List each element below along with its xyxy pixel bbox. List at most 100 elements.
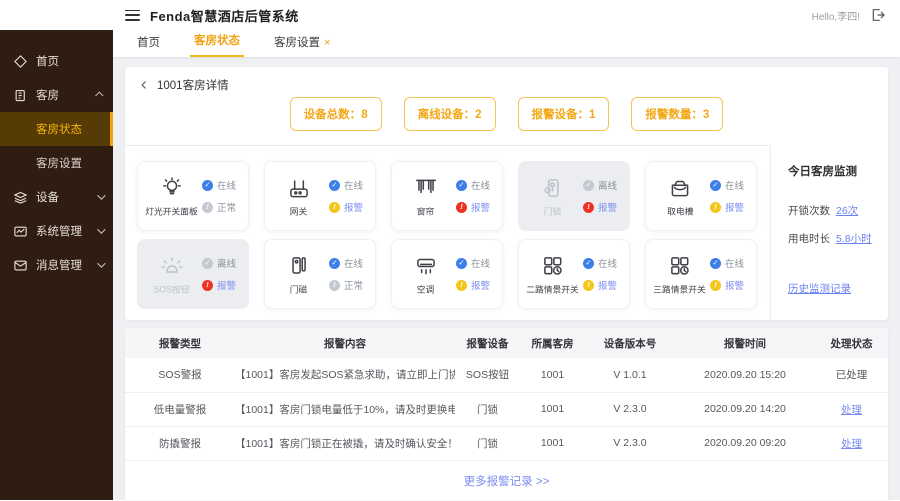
sidebar-item-system[interactable]: 系统管理: [0, 214, 113, 248]
table-row: SOS警报 【1001】客房发起SOS紧急求助，请立即上门协助！ SOS按钮 1…: [125, 358, 888, 392]
tab-room-settings[interactable]: 客房设置 ×: [270, 34, 334, 57]
alarm-room: 1001: [540, 403, 565, 415]
sidebar-item-label: 客房: [36, 90, 59, 102]
breadcrumb[interactable]: 1001客房详情: [139, 77, 229, 93]
system-icon: [13, 224, 28, 239]
table-footer: 更多报警记录 >>: [125, 461, 888, 501]
device-name: 二路情景开关: [526, 284, 580, 295]
online-check-icon: ✓: [583, 257, 594, 269]
col-time: 报警时间: [724, 337, 766, 350]
status-handled: 已处理: [835, 369, 868, 382]
sidebar: 首页 客房 客房状态 客房设置 设备 系统管理 消息管理: [0, 30, 113, 500]
device-card-ac[interactable]: 空调 ✓ 在线 ! 报警: [391, 239, 503, 309]
col-status: 处理状态: [830, 337, 873, 350]
ac-icon: [413, 253, 439, 279]
online-check-icon: ✓: [456, 257, 467, 269]
device-card-scene-switch-2[interactable]: 二路情景开关 ✓ 在线 ! 报警: [518, 239, 630, 309]
power-usage-link[interactable]: 5.8小时: [836, 233, 872, 245]
curtain-icon: [413, 175, 439, 201]
device-name: 门锁: [544, 206, 562, 217]
back-arrow-icon[interactable]: [139, 80, 149, 90]
handle-link[interactable]: 处理: [841, 404, 862, 416]
sidebar-item-messages[interactable]: 消息管理: [0, 248, 113, 282]
device-name: 灯光开关面板: [145, 206, 199, 217]
alarm-icon: !: [456, 201, 467, 213]
device-card-light-panel[interactable]: 灯光开关面板 ✓ 在线 ! 正常: [137, 161, 249, 231]
history-monitor-link[interactable]: 历史监测记录: [788, 281, 851, 296]
room-detail-card: 1001客房详情 设备总数：8 离线设备：2 报警设备：1 报警数量：3 灯光开…: [125, 67, 888, 320]
device-card-door-sensor[interactable]: 门磁 ✓ 在线 ! 正常: [264, 239, 376, 309]
sidebar-item-devices[interactable]: 设备: [0, 180, 113, 214]
alarm-type: 防撬警报: [159, 437, 201, 450]
warning-icon: !: [710, 201, 721, 213]
col-alarm-device: 报警设备: [466, 337, 509, 350]
alarm-type: 低电量警报: [153, 403, 207, 416]
alarm-type: SOS警报: [158, 369, 202, 382]
device-name: 取电槽: [666, 206, 694, 217]
sidebar-item-room-status[interactable]: 客房状态: [0, 112, 113, 146]
close-icon[interactable]: ×: [324, 37, 330, 49]
offline-icon: ✓: [202, 257, 213, 269]
warning-icon: !: [710, 279, 721, 291]
sidebar-item-label: 首页: [36, 56, 59, 68]
online-check-icon: ✓: [456, 179, 467, 191]
sidebar-item-label: 设备: [36, 192, 59, 204]
device-name: 三路情景开关: [653, 284, 707, 295]
unlock-count-link[interactable]: 26次: [836, 205, 858, 217]
sidebar-item-room-settings[interactable]: 客房设置: [0, 146, 113, 180]
device-card-power-slot[interactable]: 取电槽 ✓ 在线 ! 报警: [645, 161, 757, 231]
hamburger-icon[interactable]: [125, 9, 140, 21]
col-alarm-type: 报警类型: [159, 337, 201, 350]
alarm-room: 1001: [540, 368, 565, 381]
warning-icon: !: [329, 201, 340, 213]
online-check-icon: ✓: [710, 257, 721, 269]
alarm-device: 门锁: [477, 437, 498, 450]
chevron-down-icon: [97, 225, 106, 234]
stats-row: 设备总数：8 离线设备：2 报警设备：1 报警数量：3: [125, 97, 888, 131]
alarm-version: V 1.0.1: [613, 368, 647, 381]
more-alarms-link[interactable]: 更多报警记录 >>: [464, 473, 550, 489]
room-icon: [13, 88, 28, 103]
device-name: 门磁: [290, 284, 308, 295]
alarm-device: 门锁: [477, 403, 498, 416]
alarm-version: V 2.3.0: [613, 403, 647, 415]
sos-button-icon: [159, 253, 185, 279]
normal-icon: !: [202, 201, 213, 213]
app-title: Fenda智慧酒店后管系统: [150, 8, 299, 24]
sidebar-item-home[interactable]: 首页: [0, 44, 113, 78]
chevron-up-icon: [95, 91, 104, 100]
device-icon: [13, 190, 28, 205]
content: 1001客房详情 设备总数：8 离线设备：2 报警设备：1 报警数量：3 灯光开…: [113, 57, 900, 500]
online-check-icon: ✓: [710, 179, 721, 191]
home-icon: [13, 54, 28, 69]
table-row: 防撬警报 【1001】客房门锁正在被撬，请及时确认安全！ 门锁 1001 V 2…: [125, 426, 888, 460]
device-card-gateway[interactable]: 网关 ✓ 在线 ! 报警: [264, 161, 376, 231]
device-card-scene-switch-3[interactable]: 三路情景开关 ✓ 在线 ! 报警: [645, 239, 757, 309]
table-row: 低电量警报 【1001】客房门锁电量低于10%，请及时更换电池！ 门锁 1001…: [125, 392, 888, 426]
device-card-sos-button[interactable]: SOS按钮 ✓ 离线 ! 报警: [137, 239, 249, 309]
sidebar-item-label: 消息管理: [36, 260, 82, 272]
chevron-down-icon: [97, 191, 106, 200]
device-card-curtain[interactable]: 窗帘 ✓ 在线 ! 报警: [391, 161, 503, 231]
alarm-time: 2020.09.20 09:20: [704, 437, 786, 449]
stat-offline-devices: 离线设备：2: [403, 97, 496, 131]
power-slot-icon: [667, 175, 693, 201]
device-card-door-lock[interactable]: 门锁 ✓ 离线 ! 报警: [518, 161, 630, 231]
tab-bar: 首页 客房状态 客房设置 ×: [113, 30, 900, 57]
alarm-device: SOS按钮: [465, 369, 510, 382]
door-lock-icon: [540, 175, 566, 201]
device-name: 空调: [417, 284, 435, 295]
sidebar-item-label: 客房设置: [36, 158, 82, 170]
device-name: SOS按钮: [154, 284, 190, 295]
logout-icon[interactable]: [870, 7, 886, 23]
tab-room-status[interactable]: 客房状态: [190, 32, 244, 57]
handle-link[interactable]: 处理: [841, 438, 862, 450]
col-room: 所属客房: [531, 337, 574, 350]
tab-home[interactable]: 首页: [133, 34, 164, 57]
sidebar-item-rooms[interactable]: 客房: [0, 78, 113, 112]
gateway-icon: [286, 175, 312, 201]
warning-icon: !: [456, 279, 467, 291]
main-area: 首页 客房状态 客房设置 × 1001客房详情 设备总数：8 离线设备：2 报警设…: [113, 30, 900, 500]
alarm-table-card: 报警类型 报警内容 报警设备 所属客房 设备版本号 报警时间 处理状态 SOS警…: [125, 328, 888, 500]
table-header-row: 报警类型 报警内容 报警设备 所属客房 设备版本号 报警时间 处理状态: [125, 328, 888, 358]
